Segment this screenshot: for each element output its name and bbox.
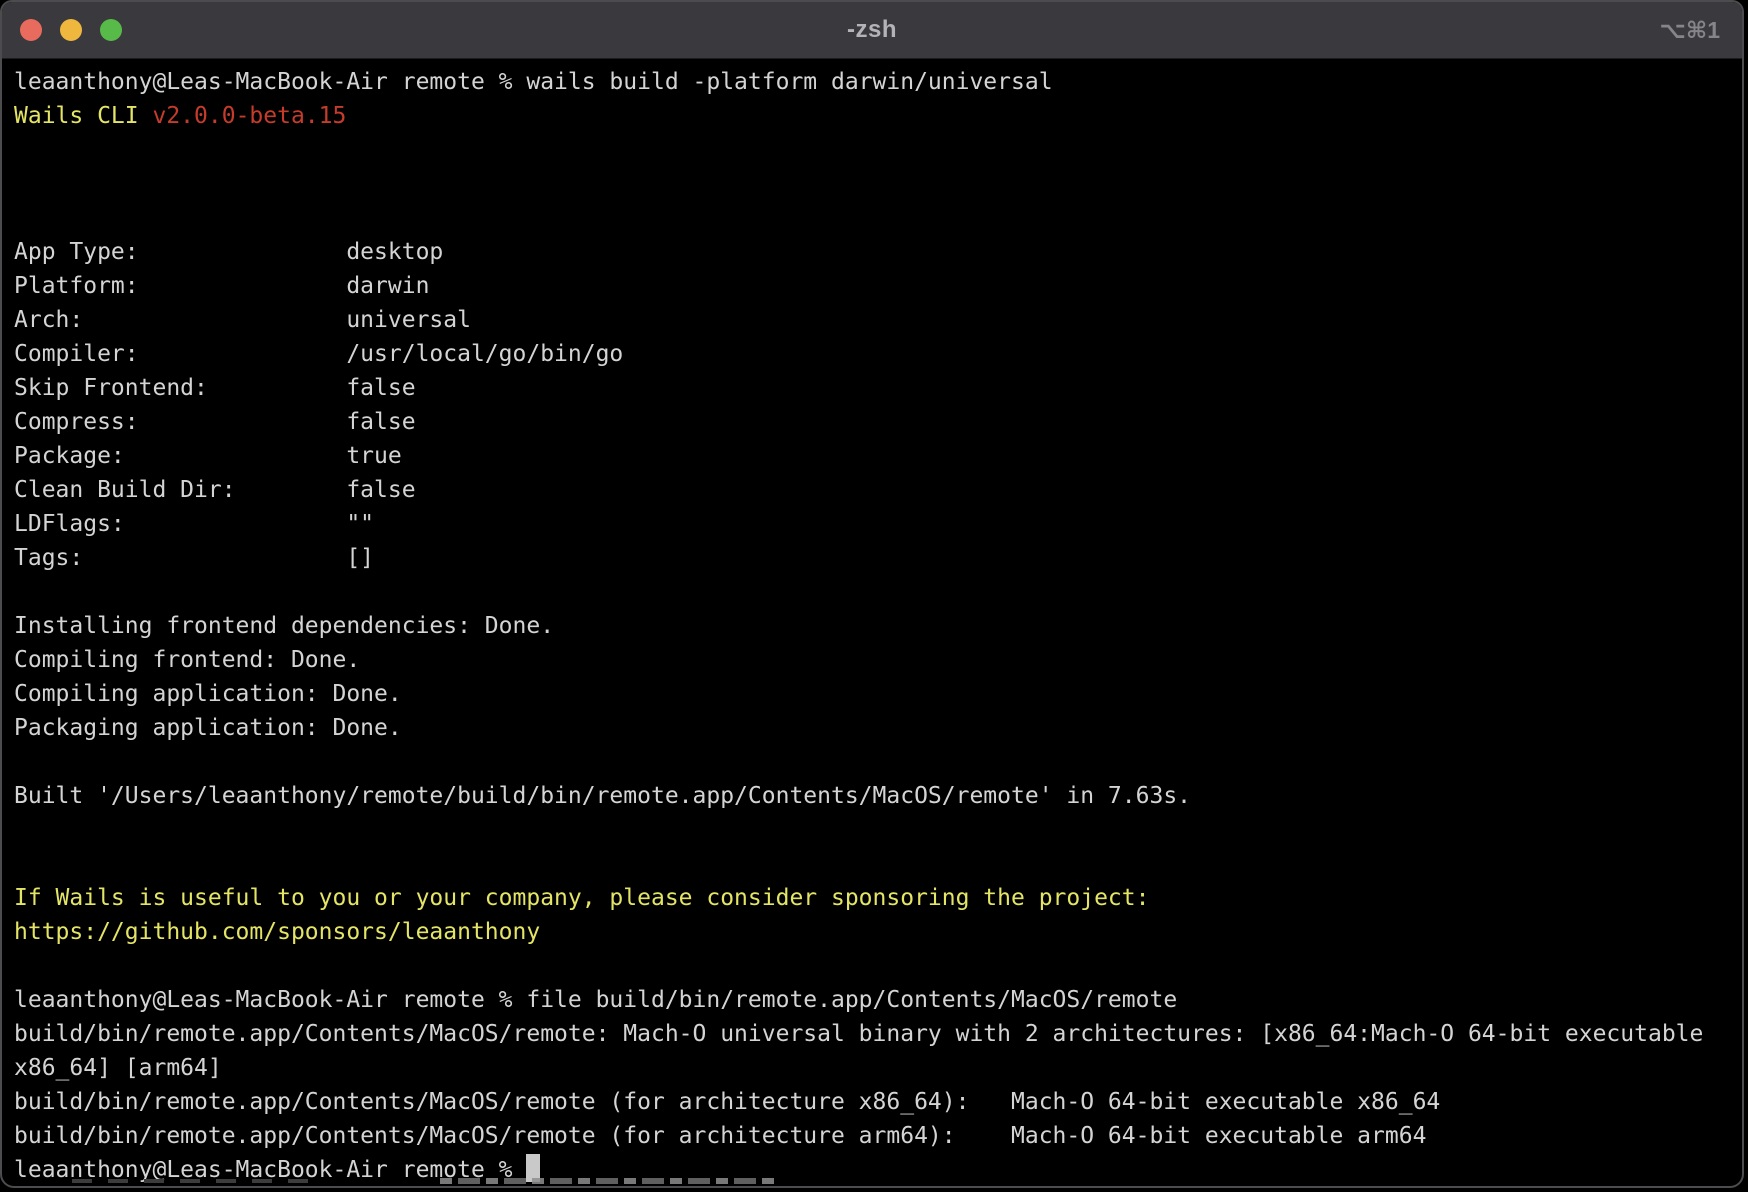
terminal-line: Clean Build Dir: false bbox=[14, 473, 1742, 507]
terminal-text: Built '/Users/leaanthony/remote/build/bi… bbox=[14, 783, 1191, 809]
terminal-line bbox=[14, 949, 1742, 983]
terminal-line: Compress: false bbox=[14, 405, 1742, 439]
terminal-line bbox=[14, 167, 1742, 201]
terminal-text: leaanthony@Leas-MacBook-Air remote % wai… bbox=[14, 69, 1053, 95]
terminal-line: build/bin/remote.app/Contents/MacOS/remo… bbox=[14, 1119, 1742, 1153]
terminal-text: App Type: desktop bbox=[14, 239, 443, 265]
titlebar[interactable]: -zsh ⌥⌘1 bbox=[2, 2, 1742, 59]
terminal-line: Built '/Users/leaanthony/remote/build/bi… bbox=[14, 779, 1742, 813]
tab-shortcut-badge: ⌥⌘1 bbox=[1659, 2, 1720, 58]
terminal-line bbox=[14, 847, 1742, 881]
terminal-text: https://github.com/sponsors/leaanthony bbox=[14, 919, 540, 945]
terminal-line bbox=[14, 745, 1742, 779]
terminal-text: x86_64] [arm64] bbox=[14, 1055, 222, 1081]
terminal-text: Platform: darwin bbox=[14, 273, 429, 299]
terminal-line: Installing frontend dependencies: Done. bbox=[14, 609, 1742, 643]
terminal-text: Compiling frontend: Done. bbox=[14, 647, 360, 673]
terminal-line: leaanthony@Leas-MacBook-Air remote % wai… bbox=[14, 65, 1742, 99]
zoom-button[interactable] bbox=[100, 19, 122, 41]
clipped-line-artifact-faint bbox=[72, 1179, 322, 1183]
terminal-text: LDFlags: "" bbox=[14, 511, 374, 537]
terminal-line: x86_64] [arm64] bbox=[14, 1051, 1742, 1085]
terminal-text: build/bin/remote.app/Contents/MacOS/remo… bbox=[14, 1021, 1703, 1047]
terminal-window: -zsh ⌥⌘1 leaanthony@Leas-MacBook-Air rem… bbox=[0, 0, 1744, 1188]
terminal-line: Compiling application: Done. bbox=[14, 677, 1742, 711]
terminal-line: leaanthony@Leas-MacBook-Air remote % fil… bbox=[14, 983, 1742, 1017]
terminal-text: build/bin/remote.app/Contents/MacOS/remo… bbox=[14, 1089, 1440, 1115]
terminal-line: Tags: [] bbox=[14, 541, 1742, 575]
terminal-text: Skip Frontend: false bbox=[14, 375, 416, 401]
terminal-line bbox=[14, 201, 1742, 235]
terminal-text: Compiler: /usr/local/go/bin/go bbox=[14, 341, 623, 367]
terminal-output[interactable]: leaanthony@Leas-MacBook-Air remote % wai… bbox=[2, 59, 1742, 1187]
terminal-line: https://github.com/sponsors/leaanthony bbox=[14, 915, 1742, 949]
terminal-text: Compiling application: Done. bbox=[14, 681, 402, 707]
terminal-text: Tags: [] bbox=[14, 545, 374, 571]
terminal-line bbox=[14, 133, 1742, 167]
terminal-text: Arch: universal bbox=[14, 307, 471, 333]
terminal-text: build/bin/remote.app/Contents/MacOS/remo… bbox=[14, 1123, 1426, 1149]
terminal-line: Compiler: /usr/local/go/bin/go bbox=[14, 337, 1742, 371]
terminal-text: Packaging application: Done. bbox=[14, 715, 402, 741]
terminal-text: If Wails is useful to you or your compan… bbox=[14, 885, 1149, 911]
terminal-line: Packaging application: Done. bbox=[14, 711, 1742, 745]
terminal-text: Clean Build Dir: false bbox=[14, 477, 416, 503]
terminal-line: Skip Frontend: false bbox=[14, 371, 1742, 405]
terminal-line bbox=[14, 813, 1742, 847]
minimize-button[interactable] bbox=[60, 19, 82, 41]
terminal-line: Platform: darwin bbox=[14, 269, 1742, 303]
terminal-text: Wails CLI bbox=[14, 103, 152, 129]
terminal-text: Compress: false bbox=[14, 409, 416, 435]
terminal-line: If Wails is useful to you or your compan… bbox=[14, 881, 1742, 915]
terminal-line: LDFlags: "" bbox=[14, 507, 1742, 541]
clipped-line-artifact bbox=[440, 1178, 780, 1184]
terminal-line: Wails CLI v2.0.0-beta.15 bbox=[14, 99, 1742, 133]
terminal-line: App Type: desktop bbox=[14, 235, 1742, 269]
close-button[interactable] bbox=[20, 19, 42, 41]
terminal-text: Package: true bbox=[14, 443, 402, 469]
terminal-text: leaanthony@Leas-MacBook-Air remote % fil… bbox=[14, 987, 1177, 1013]
terminal-line: build/bin/remote.app/Contents/MacOS/remo… bbox=[14, 1017, 1742, 1051]
terminal-line bbox=[14, 575, 1742, 609]
terminal-text: v2.0.0-beta.15 bbox=[152, 103, 346, 129]
window-title: -zsh bbox=[847, 16, 897, 44]
terminal-line: Compiling frontend: Done. bbox=[14, 643, 1742, 677]
terminal-text: Installing frontend dependencies: Done. bbox=[14, 613, 554, 639]
terminal-line: Arch: universal bbox=[14, 303, 1742, 337]
terminal-line: Package: true bbox=[14, 439, 1742, 473]
terminal-line: build/bin/remote.app/Contents/MacOS/remo… bbox=[14, 1085, 1742, 1119]
traffic-lights bbox=[20, 2, 122, 58]
